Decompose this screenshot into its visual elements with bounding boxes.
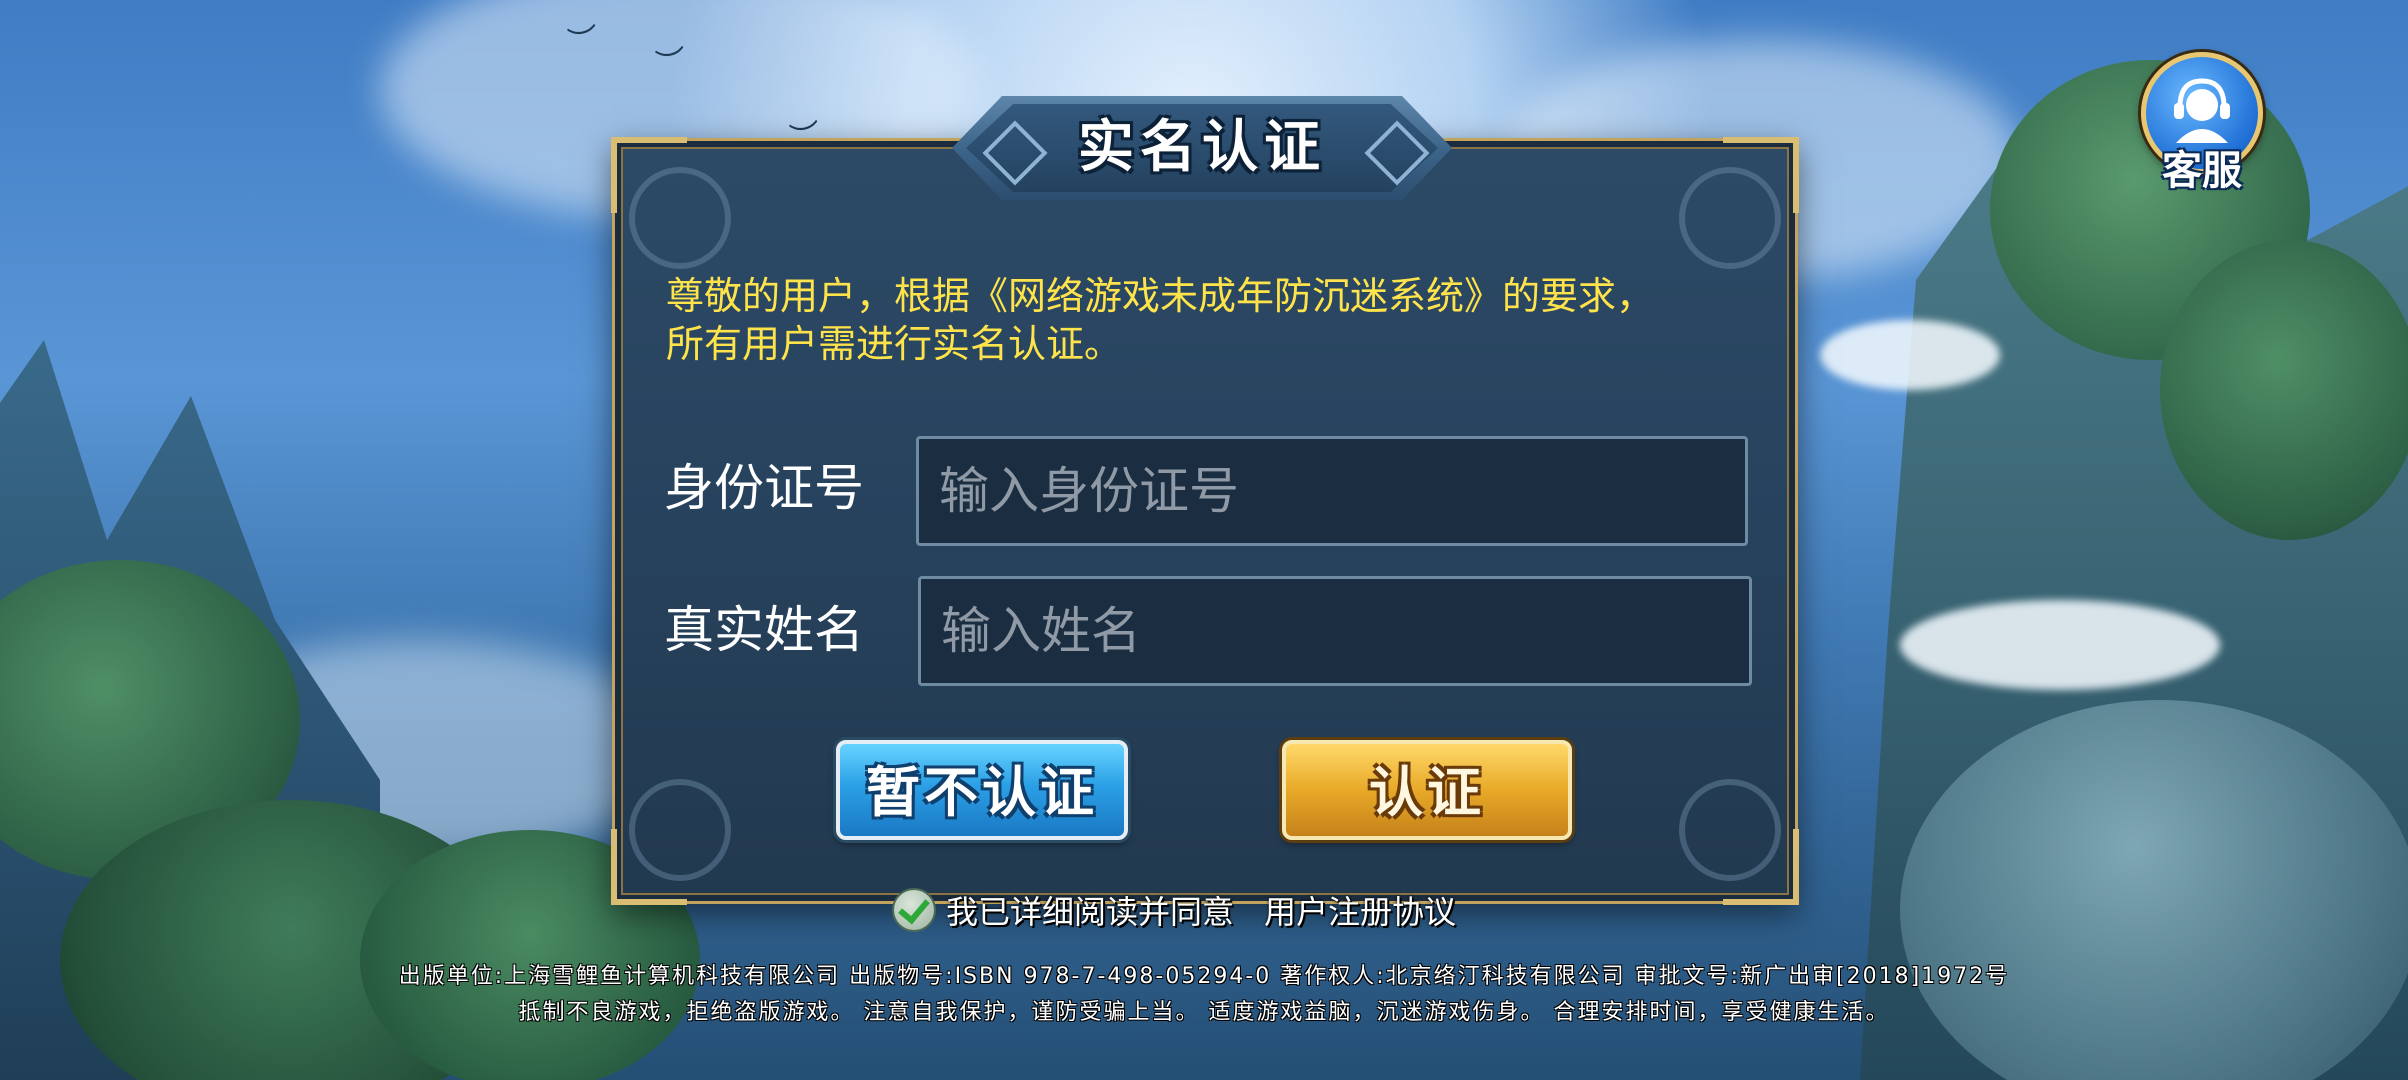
verify-button[interactable]: 认证 bbox=[1282, 740, 1572, 840]
customer-service-button[interactable]: 客服 bbox=[2138, 52, 2266, 194]
user-agreement-link[interactable]: 用户注册协议 bbox=[1264, 887, 1456, 933]
dialog-title: 实名认证 bbox=[1078, 115, 1326, 180]
publication-info: 出版单位:上海雪鲤鱼计算机科技有限公司 出版物号:ISBN 978-7-498-… bbox=[398, 964, 2010, 989]
health-gaming-notice: 抵制不良游戏，拒绝盗版游戏。 注意自我保护，谨防受骗上当。 适度游戏益脑，沉迷游… bbox=[518, 1000, 1890, 1025]
id-number-label: 身份证号 bbox=[664, 459, 864, 517]
skip-verification-button[interactable]: 暂不认证 bbox=[836, 740, 1128, 840]
real-name-label: 真实姓名 bbox=[664, 601, 864, 659]
notice-text: 尊敬的用户，根据《网络游戏未成年防沉迷系统》的要求， 所有用户需进行实名认证。 bbox=[666, 272, 1746, 368]
real-name-input[interactable]: 输入姓名 bbox=[918, 576, 1752, 686]
id-number-input[interactable]: 输入身份证号 bbox=[916, 436, 1748, 546]
customer-service-label: 客服 bbox=[2162, 148, 2242, 194]
agreement-checkbox[interactable] bbox=[892, 888, 936, 932]
agreement-text: 我已详细阅读并同意 bbox=[946, 893, 1235, 931]
notice-line-2: 所有用户需进行实名认证。 bbox=[666, 322, 1123, 366]
agreement-row: 我已详细阅读并同意 用户注册协议 bbox=[892, 888, 1456, 932]
notice-line-1: 尊敬的用户，根据《网络游戏未成年防沉迷系统》的要求， bbox=[666, 274, 1655, 318]
